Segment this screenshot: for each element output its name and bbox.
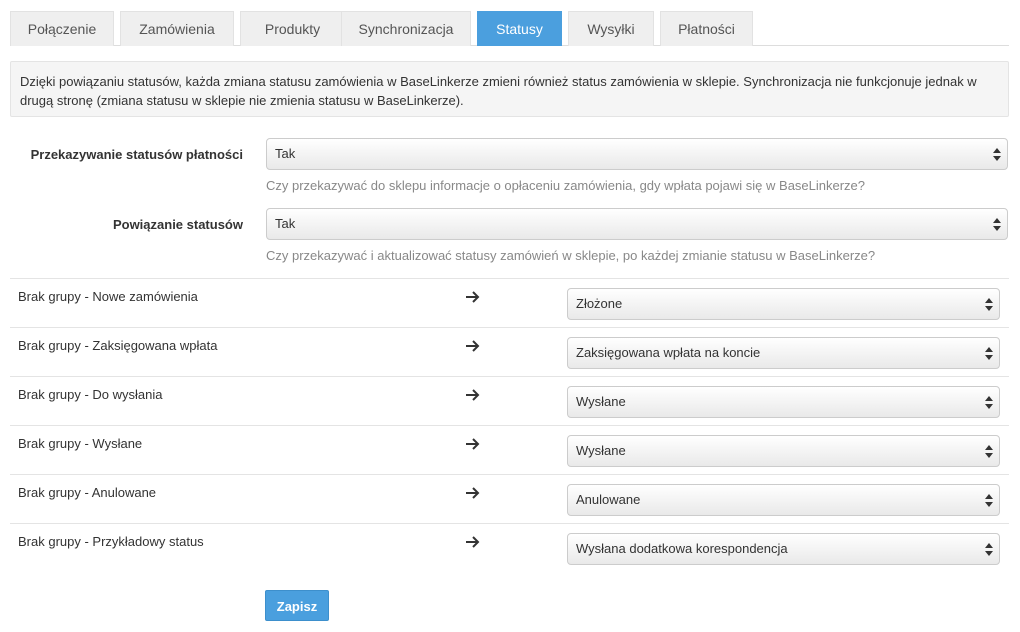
status-binding-select[interactable]: Tak [266, 208, 1008, 240]
payment-status-value: Tak [275, 146, 296, 161]
tab-wysylki[interactable]: Wysyłki [568, 11, 654, 46]
mapping-target-value: Zaksięgowana wpłata na koncie [576, 345, 761, 360]
arrow-right-icon [466, 438, 480, 450]
mapping-target-select[interactable]: Wysłane [567, 435, 1000, 467]
mapping-target-select[interactable]: Zaksięgowana wpłata na koncie [567, 337, 1000, 369]
mapping-target-select[interactable]: Wysłana dodatkowa korespondencja [567, 533, 1000, 565]
tab-synchronizacja[interactable]: Synchronizacja [341, 11, 471, 46]
tab-polaczenie[interactable]: Połączenie [10, 11, 114, 46]
arrow-right-icon [466, 536, 480, 548]
mapping-target-value: Anulowane [576, 492, 641, 507]
mapping-source-label: Brak grupy - Anulowane [18, 485, 157, 500]
mapping-target-select[interactable]: Anulowane [567, 484, 1000, 516]
arrow-right-icon [466, 291, 480, 303]
tab-platnosci[interactable]: Płatności [660, 11, 753, 46]
select-caret-icon [985, 298, 993, 311]
select-caret-icon [985, 445, 993, 458]
tab-zamowienia[interactable]: Zamówienia [120, 11, 234, 46]
status-binding-label: Powiązanie statusów [112, 217, 243, 232]
mapping-target-value: Złożone [576, 296, 623, 311]
mapping-source-label: Brak grupy - Zaksięgowana wpłata [18, 338, 218, 353]
mapping-source-label: Brak grupy - Nowe zamówienia [18, 289, 198, 304]
mapping-source-label: Brak grupy - Wysłane [18, 436, 143, 451]
arrow-right-icon [466, 487, 480, 499]
mapping-target-value: Wysłane [576, 394, 626, 409]
divider [10, 474, 1009, 475]
info-box: Dzięki powiązaniu statusów, każda zmiana… [10, 61, 1009, 117]
divider [10, 425, 1009, 426]
select-caret-icon [985, 347, 993, 360]
mapping-target-value: Wysłane [576, 443, 626, 458]
divider [10, 278, 1009, 279]
mapping-target-select[interactable]: Wysłane [567, 386, 1000, 418]
tab-bar: Połączenie Zamówienia Produkty Synchroni… [10, 11, 1009, 46]
select-caret-icon [985, 543, 993, 556]
select-caret-icon [985, 396, 993, 409]
payment-status-select[interactable]: Tak [266, 138, 1008, 170]
status-binding-help: Czy przekazywać i aktualizować statusy z… [266, 248, 876, 263]
save-button[interactable]: Zapisz [265, 590, 329, 621]
select-caret-icon [993, 218, 1001, 231]
tab-produkty[interactable]: Produkty [240, 11, 345, 46]
mapping-source-label: Brak grupy - Do wysłania [18, 387, 163, 402]
mapping-target-value: Wysłana dodatkowa korespondencja [576, 541, 788, 556]
mapping-source-label: Brak grupy - Przykładowy status [18, 534, 204, 549]
arrow-right-icon [466, 389, 480, 401]
payment-status-label: Przekazywanie statusów płatności [30, 147, 243, 162]
select-caret-icon [985, 494, 993, 507]
status-binding-value: Tak [275, 216, 296, 231]
arrow-right-icon [466, 340, 480, 352]
divider [10, 327, 1009, 328]
payment-status-help: Czy przekazywać do sklepu informacje o o… [266, 178, 866, 193]
tab-statusy[interactable]: Statusy [477, 11, 562, 46]
divider [10, 523, 1009, 524]
divider [10, 376, 1009, 377]
mapping-target-select[interactable]: Złożone [567, 288, 1000, 320]
select-caret-icon [993, 148, 1001, 161]
